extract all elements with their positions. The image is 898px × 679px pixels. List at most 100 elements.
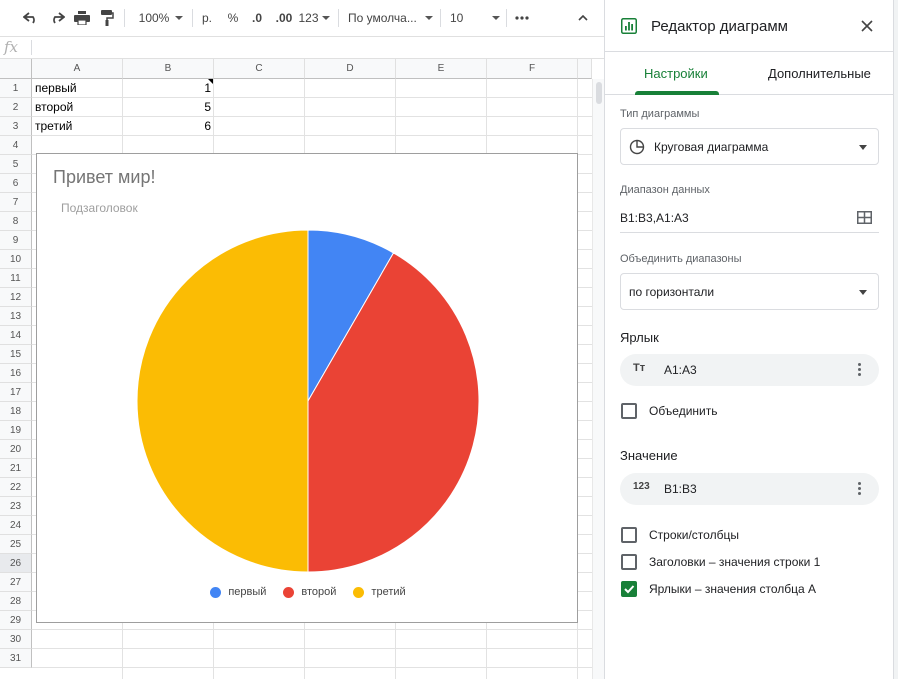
zoom-select[interactable]: 100% (135, 8, 187, 28)
undo-icon[interactable] (20, 8, 42, 28)
row-header-8[interactable]: 8 (0, 212, 32, 231)
value-range-chip[interactable]: 123 B1:B3 (620, 473, 879, 505)
data-range-label: Диапазон данных (620, 184, 710, 196)
row-header-21[interactable]: 21 (0, 459, 32, 478)
column-header-b[interactable]: B (123, 59, 214, 79)
row-header-13[interactable]: 13 (0, 307, 32, 326)
font-label: По умолча... (348, 11, 417, 25)
cell-a1[interactable]: первый (32, 79, 123, 98)
decrease-decimals-button[interactable]: .0 (247, 8, 267, 28)
row-header-15[interactable]: 15 (0, 345, 32, 364)
row-header-29[interactable]: 29 (0, 611, 32, 630)
row-header-23[interactable]: 23 (0, 497, 32, 516)
legend-item[interactable]: первый (210, 586, 266, 598)
more-vert-icon[interactable] (858, 482, 861, 497)
scrollbar-thumb[interactable] (596, 82, 602, 104)
grid-select-icon[interactable] (857, 211, 872, 224)
row-header-18[interactable]: 18 (0, 402, 32, 421)
column-header-d[interactable]: D (305, 59, 396, 79)
data-range-input[interactable]: B1:B3,A1:A3 (620, 205, 879, 233)
combine-ranges-value: по горизонтали (629, 285, 715, 299)
legend-dot-yellow (353, 586, 365, 598)
label-range-chip[interactable]: Tт A1:A3 (620, 354, 879, 386)
row-header-28[interactable]: 28 (0, 592, 32, 611)
row-header-2[interactable]: 2 (0, 98, 32, 117)
row-header-14[interactable]: 14 (0, 326, 32, 345)
paint-format-icon[interactable] (96, 8, 118, 28)
column-header-g[interactable] (578, 59, 592, 79)
row-header-25[interactable]: 25 (0, 535, 32, 554)
vertical-scrollbar[interactable] (592, 79, 604, 679)
chart-legend: первый второй третий (37, 586, 579, 598)
pie-chart[interactable]: Привет мир! Подзаголовок первый второй т… (36, 153, 578, 623)
pie-slice-3[interactable] (136, 229, 309, 573)
row-header-1[interactable]: 1 (0, 79, 32, 98)
row-header-16[interactable]: 16 (0, 364, 32, 383)
tab-settings[interactable]: Настройки (644, 66, 708, 81)
percent-button[interactable]: % (224, 8, 242, 28)
row-header-4[interactable]: 4 (0, 136, 32, 155)
increase-decimals-label: .00 (275, 11, 293, 25)
formula-bar[interactable]: fx (0, 37, 604, 59)
legend-dot-blue (210, 586, 222, 598)
more-icon[interactable] (512, 8, 532, 28)
row-header-30[interactable]: 30 (0, 630, 32, 649)
font-select[interactable]: По умолча... (348, 8, 433, 28)
chevron-down-icon (424, 16, 433, 20)
currency-label: р. (201, 11, 212, 25)
cell-b1[interactable]: 1 (123, 79, 214, 98)
headers-checkbox[interactable] (621, 554, 637, 570)
row-header-9[interactable]: 9 (0, 231, 32, 250)
panel-title: Редактор диаграмм (651, 18, 788, 35)
legend-item[interactable]: второй (283, 586, 336, 598)
row-header-20[interactable]: 20 (0, 440, 32, 459)
increase-decimals-button[interactable]: .00 (272, 8, 296, 28)
row-header-26[interactable]: 26 (0, 554, 32, 573)
chevron-down-icon (859, 290, 867, 295)
font-size-select[interactable]: 10 (450, 8, 500, 28)
collapse-toolbar-icon[interactable] (573, 8, 593, 28)
row-header-7[interactable]: 7 (0, 193, 32, 212)
row-header-3[interactable]: 3 (0, 117, 32, 136)
row-header-19[interactable]: 19 (0, 421, 32, 440)
aggregate-label: Объединить (649, 404, 718, 418)
pie-svg (136, 229, 480, 573)
row-header-10[interactable]: 10 (0, 250, 32, 269)
select-all-corner[interactable] (0, 59, 32, 79)
column-header-c[interactable]: C (214, 59, 305, 79)
row-header-27[interactable]: 27 (0, 573, 32, 592)
row-header-12[interactable]: 12 (0, 288, 32, 307)
cell-b3[interactable]: 6 (123, 117, 214, 136)
chart-type-select[interactable]: Круговая диаграмма (620, 128, 879, 165)
currency-button[interactable]: р. (198, 8, 216, 28)
combine-ranges-select[interactable]: по горизонтали (620, 273, 879, 310)
column-header-a[interactable]: A (32, 59, 123, 79)
legend-item[interactable]: третий (353, 586, 406, 598)
row-header-17[interactable]: 17 (0, 383, 32, 402)
column-header-f[interactable]: F (487, 59, 578, 79)
row-header-31[interactable]: 31 (0, 649, 32, 668)
labels-checkbox[interactable] (621, 581, 637, 597)
panel-tabs: Настройки Дополнительные (605, 53, 894, 95)
cell-a2[interactable]: второй (32, 98, 123, 117)
number-format-label: 123 (298, 11, 319, 25)
tab-customize[interactable]: Дополнительные (768, 66, 871, 81)
redo-icon[interactable] (46, 8, 68, 28)
rows-columns-checkbox[interactable] (621, 527, 637, 543)
cell-b2[interactable]: 5 (123, 98, 214, 117)
close-icon[interactable] (859, 18, 875, 34)
aggregate-checkbox[interactable] (621, 403, 637, 419)
row-header-6[interactable]: 6 (0, 174, 32, 193)
cell-a3[interactable]: третий (32, 117, 123, 136)
chevron-down-icon (321, 16, 330, 20)
row-header-5[interactable]: 5 (0, 155, 32, 174)
font-size-label: 10 (450, 11, 464, 25)
row-header-24[interactable]: 24 (0, 516, 32, 535)
row-header-11[interactable]: 11 (0, 269, 32, 288)
more-vert-icon[interactable] (858, 363, 861, 378)
row-header-22[interactable]: 22 (0, 478, 32, 497)
labels-label: Ярлыки – значения столбца А (649, 582, 817, 596)
number-format-select[interactable]: 123 (298, 8, 330, 28)
print-icon[interactable] (71, 8, 93, 28)
column-header-e[interactable]: E (396, 59, 487, 79)
